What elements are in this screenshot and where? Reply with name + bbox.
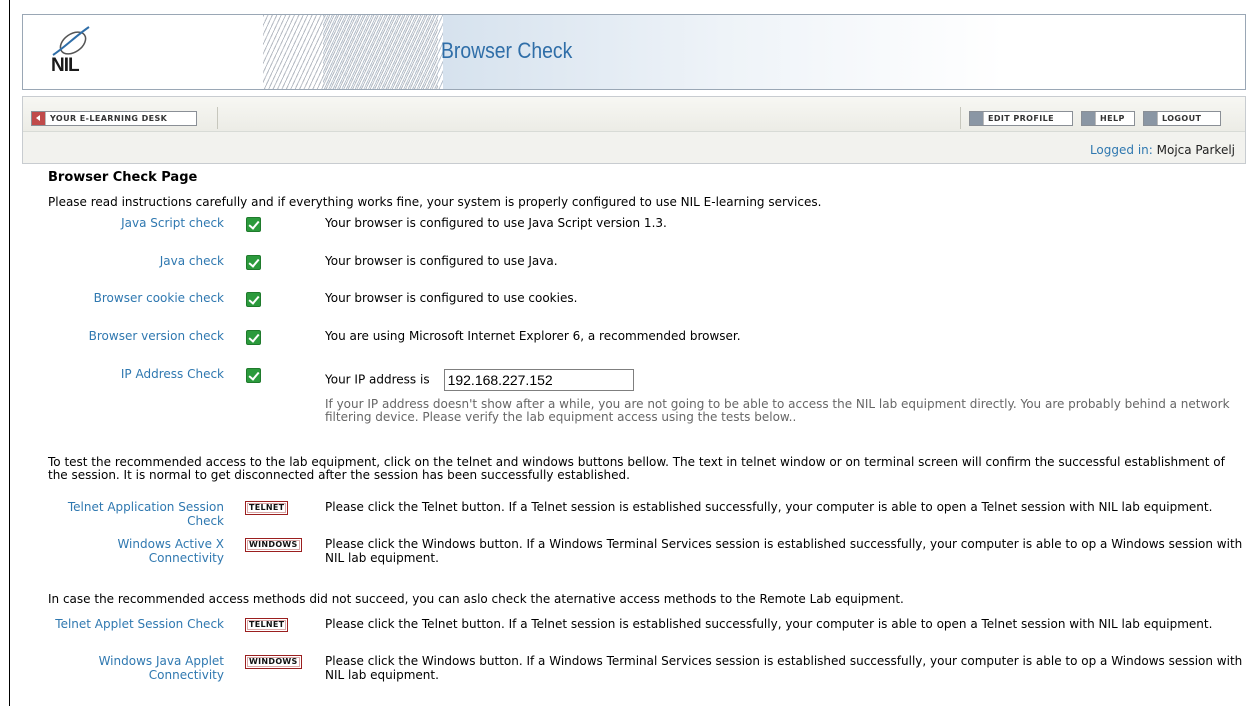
- check-result: Please click the Telnet button. If a Tel…: [325, 617, 1213, 631]
- check-label[interactable]: Telnet Applet Session Check: [44, 617, 224, 631]
- recommended-intro: To test the recommended access to the la…: [48, 455, 1225, 482]
- toolbar: YOUR E-LEARNING DESK EDIT PROFILE HELP L…: [22, 96, 1246, 164]
- checkmark-icon: [246, 368, 261, 383]
- edit-profile-button[interactable]: EDIT PROFILE: [969, 111, 1073, 126]
- checkmark-icon: [246, 292, 261, 307]
- intro-text: Please read instructions carefully and i…: [48, 195, 822, 209]
- check-label[interactable]: Windows Java Applet Connectivity: [44, 654, 224, 682]
- ip-address-field[interactable]: 192.168.227.152: [443, 369, 634, 391]
- toolbar-divider: [217, 107, 218, 129]
- telnet-button[interactable]: TELNET: [245, 618, 289, 632]
- check-label[interactable]: Browser version check: [44, 329, 224, 344]
- page-header-title: Browser Check: [441, 38, 573, 63]
- edit-profile-label: EDIT PROFILE: [988, 114, 1054, 123]
- check-label[interactable]: Browser cookie check: [44, 291, 224, 306]
- check-result: Your browser is configured to use Java.: [325, 254, 558, 268]
- toolbar-divider: [960, 107, 961, 129]
- help-button[interactable]: HELP: [1081, 111, 1135, 126]
- user-name: Mojca Parkelj: [1156, 143, 1235, 157]
- windows-button[interactable]: WINDOWS: [245, 655, 302, 669]
- plus-icon: [1082, 112, 1096, 125]
- elearning-desk-label: YOUR E-LEARNING DESK: [50, 114, 168, 123]
- logout-label: LOGOUT: [1162, 114, 1202, 123]
- elearning-desk-button[interactable]: YOUR E-LEARNING DESK: [31, 111, 197, 126]
- pencil-icon: [970, 112, 984, 125]
- check-label[interactable]: Telnet Application Session Check: [44, 500, 224, 528]
- check-result: Please click the Windows button. If a Wi…: [325, 537, 1243, 565]
- check-label[interactable]: IP Address Check: [44, 367, 224, 382]
- check-label[interactable]: Windows Active X Connectivity: [44, 537, 224, 565]
- check-result: Your browser is configured to use cookie…: [325, 291, 578, 305]
- help-label: HELP: [1100, 114, 1125, 123]
- checkmark-icon: [246, 255, 261, 270]
- check-result: Please click the Windows button. If a Wi…: [325, 654, 1243, 682]
- ip-prefix: Your IP address is: [325, 372, 430, 387]
- logged-in-label: Logged in:: [1089, 143, 1153, 157]
- back-arrow-icon: [32, 112, 46, 125]
- telnet-button[interactable]: TELNET: [245, 501, 289, 515]
- logged-in-status: Logged in: Mojca Parkelj: [1090, 143, 1235, 157]
- check-result: You are using Microsoft Internet Explore…: [325, 329, 741, 343]
- ip-note: If your IP address doesn't show after a …: [325, 397, 1230, 424]
- logo-text: NIL: [51, 55, 80, 76]
- logout-button[interactable]: LOGOUT: [1143, 111, 1221, 126]
- check-label[interactable]: Java Script check: [44, 216, 224, 231]
- check-result: Your browser is configured to use Java S…: [325, 216, 667, 230]
- nil-logo: NIL: [37, 21, 107, 83]
- checkmark-icon: [246, 330, 261, 345]
- toolbar-strip: YOUR E-LEARNING DESK EDIT PROFILE HELP L…: [23, 97, 1245, 132]
- checkmark-icon: [246, 217, 261, 232]
- check-result: Your IP address is 192.168.227.152: [325, 369, 634, 391]
- page-header: NIL Browser Check: [22, 14, 1246, 90]
- check-result: Please click the Telnet button. If a Tel…: [325, 500, 1213, 514]
- alternative-intro: In case the recommended access methods d…: [48, 592, 904, 606]
- page-title: Browser Check Page: [48, 170, 198, 185]
- logout-icon: [1144, 112, 1158, 125]
- check-label[interactable]: Java check: [44, 254, 224, 269]
- header-pattern-dark: [263, 15, 438, 89]
- windows-button[interactable]: WINDOWS: [245, 538, 302, 552]
